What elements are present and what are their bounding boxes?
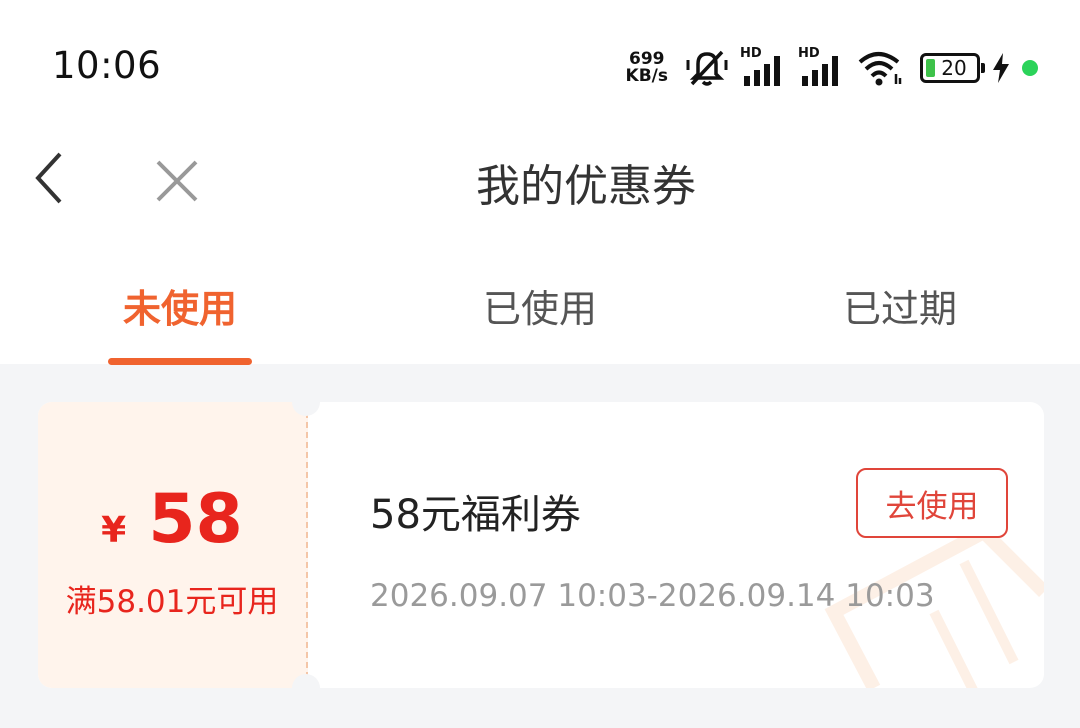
tab-expired[interactable]: 已过期 <box>720 278 1080 333</box>
coupon-value-panel: ¥ 58 满58.01元可用 <box>38 402 308 688</box>
charging-icon <box>993 53 1009 83</box>
signal-1: HD <box>740 46 788 88</box>
battery-level: 20 <box>941 56 967 80</box>
coupon-tabs: 未使用 已使用 已过期 <box>0 226 1080 365</box>
page-title: 我的优惠券 <box>476 161 696 212</box>
coupon-card: ¥ 58 满58.01元可用 58元福利券 2026.09.07 10:03-2… <box>38 402 1044 688</box>
mute-icon <box>686 50 728 86</box>
coupon-validity: 2026.09.07 10:03-2026.09.14 10:03 <box>370 578 935 614</box>
tab-used[interactable]: 已使用 <box>360 278 720 333</box>
coupon-amount-row: ¥ 58 <box>38 480 306 559</box>
coupon-amount: 58 <box>148 480 243 559</box>
tab-unused[interactable]: 未使用 <box>0 278 360 333</box>
status-bar: 10:06 699 KB/s HD HD 20 <box>0 0 1080 136</box>
coupon-condition: 满58.01元可用 <box>65 584 279 620</box>
network-speed: 699 KB/s <box>626 51 668 85</box>
nav-bar: 我的优惠券 <box>0 136 1080 226</box>
privacy-indicator-dot <box>1022 60 1038 76</box>
use-coupon-button[interactable]: 去使用 <box>856 468 1008 538</box>
active-tab-indicator <box>108 358 252 365</box>
signal-icon <box>744 56 780 86</box>
status-time: 10:06 <box>52 44 162 87</box>
battery-icon: 20 <box>920 53 985 83</box>
network-speed-unit: KB/s <box>625 66 668 86</box>
status-icons: 699 KB/s HD HD 20 <box>626 44 1038 92</box>
currency-symbol: ¥ <box>101 510 127 551</box>
signal-2: HD <box>798 46 846 88</box>
wifi-icon <box>858 52 902 86</box>
coupon-name: 58元福利券 <box>370 492 581 538</box>
signal-icon <box>802 56 838 86</box>
